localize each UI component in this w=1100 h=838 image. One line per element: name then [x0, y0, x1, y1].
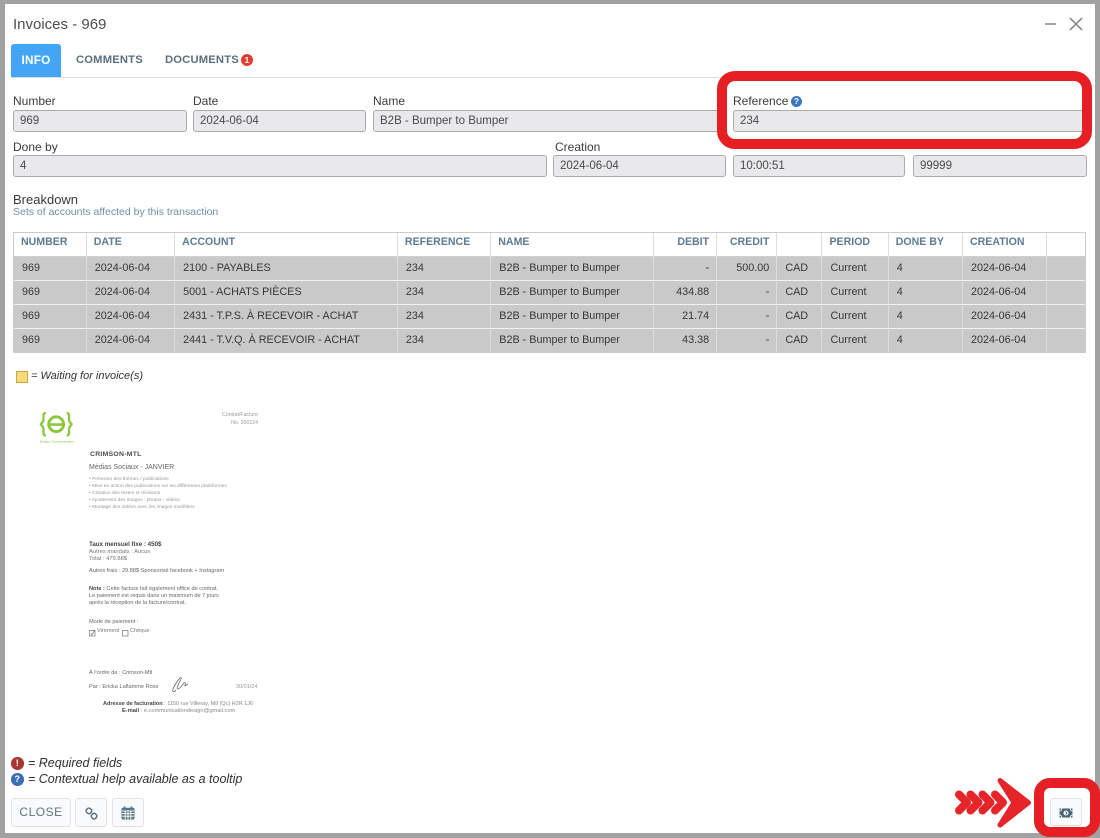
svg-text:Design / Communication: Design / Communication	[40, 440, 74, 444]
